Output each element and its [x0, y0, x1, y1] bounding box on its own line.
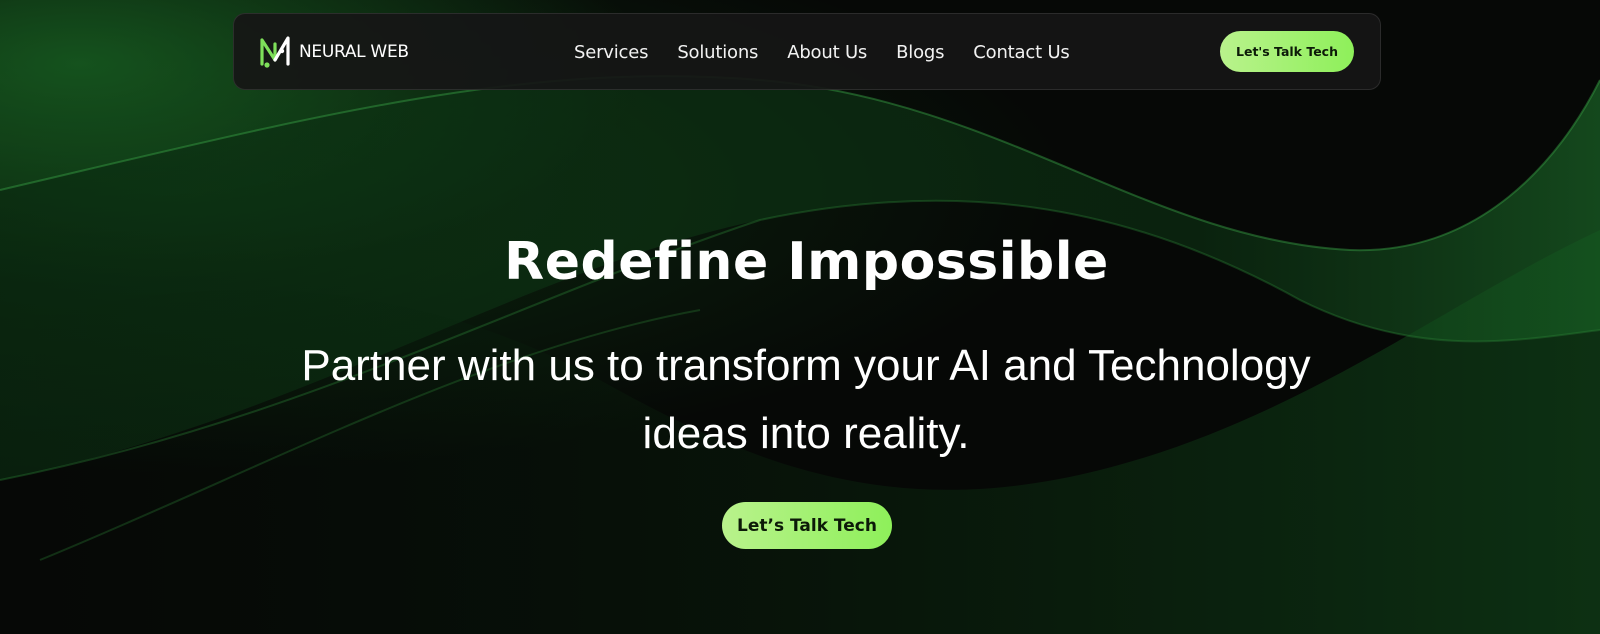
- nav-about-us[interactable]: About Us: [787, 42, 867, 63]
- brand-logo[interactable]: NEURAL WEB: [259, 34, 409, 70]
- nav-solutions[interactable]: Solutions: [677, 42, 758, 63]
- nw-logo-icon: [260, 36, 290, 68]
- nav-services[interactable]: Services: [574, 42, 649, 63]
- primary-nav: Services Solutions About Us Blogs Contac…: [574, 14, 1070, 91]
- landing-page: NEURAL WEB Services Solutions About Us B…: [0, 0, 1600, 634]
- header-talk-tech-button[interactable]: Let's Talk Tech: [1220, 31, 1354, 72]
- nav-blogs[interactable]: Blogs: [896, 42, 944, 63]
- hero-title: Redefine Impossible: [504, 232, 1109, 292]
- hero-subtitle: Partner with us to transform your AI and…: [301, 341, 1311, 458]
- hero-talk-tech-button[interactable]: Let’s Talk Tech: [722, 502, 892, 549]
- brand-name: NEURAL WEB: [299, 42, 409, 62]
- nav-contact-us[interactable]: Contact Us: [973, 42, 1070, 63]
- top-navbar: NEURAL WEB Services Solutions About Us B…: [233, 13, 1381, 90]
